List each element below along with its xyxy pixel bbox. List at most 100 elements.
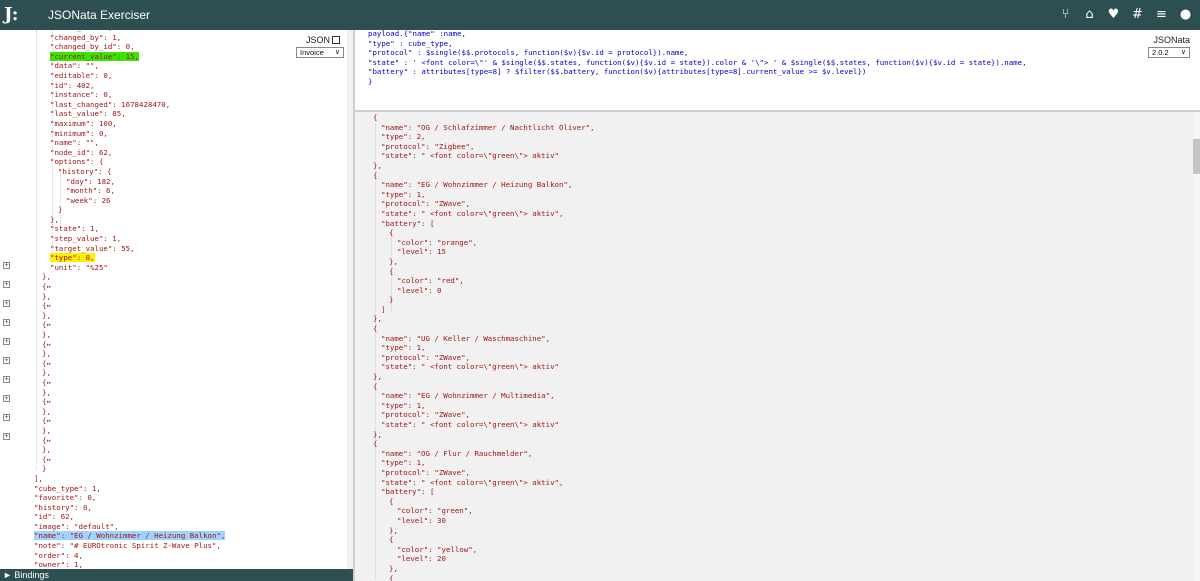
sample-select[interactable]: Invoice ∨ [296,47,344,58]
code-line: }, [373,372,382,382]
code-line: } [42,464,47,474]
code-line: ], [34,473,43,483]
fold-toggle-icon[interactable]: + [3,376,10,383]
code-line: "image": "default", [34,521,119,531]
fold-toggle-icon[interactable]: + [3,395,10,402]
result-json-code: { "name": "OG / Schlafzimmer / Nachtlicht… [373,113,595,581]
code-line: { [389,573,394,581]
code-line: }, [42,291,51,301]
code-line: "type": 1, [381,343,426,353]
code-line: "level": 20 [397,554,446,564]
code-line: "type": 1, [381,400,426,410]
fold-toggle-icon[interactable]: + [3,414,10,421]
bindings-toggle[interactable]: ► Bindings [0,569,353,581]
code-line: {↔ [42,454,51,464]
code-line: {↔ [42,358,51,368]
code-line: "protocol": "ZWave", [381,410,470,420]
code-line: "state" : ' <font color=\"' & $single($$… [368,57,1027,67]
format-icon[interactable] [332,36,340,44]
code-line: { [373,324,378,334]
code-line: "last_value": 85, [50,109,126,119]
query-code[interactable]: payload.{"name" :name, "type" : cube_type… [368,29,1027,87]
code-line: "battery": [ [381,218,435,228]
code-line: }, [42,445,51,455]
code-line: "order": 4, [34,550,83,560]
share-icon[interactable]: ⑂ [1057,6,1074,23]
code-line: "id": 62, [34,512,75,522]
code-line: {↔ [42,377,51,387]
code-line: ] [381,304,386,314]
jsonata-logo: J: [4,4,19,25]
code-line: "month": 6, [66,186,115,196]
slack-icon[interactable]: # [1129,6,1146,23]
code-line: "type": 8, [34,253,225,263]
code-line: "name": "UG / Keller / Waschmaschine", [381,333,551,343]
code-line: "state": " <font color=\"green\"> aktiv"… [381,477,564,487]
fold-toggle-icon[interactable]: + [3,338,10,345]
code-line: }, [389,525,398,535]
code-line: "name": "EG / Wohnzimmer / Multimedia", [381,391,555,401]
stackoverflow-icon[interactable]: ≡ [1153,6,1170,23]
code-line: } [368,76,373,86]
code-line: "owner": 1, [34,560,83,569]
code-line: "protocol" : $single($$.protocols, funct… [368,48,689,58]
version-select[interactable]: 2.0.2 ∨ [1148,47,1190,58]
code-line: "target_value": 55, [50,243,135,253]
app-title: JSONata Exerciser [48,8,151,22]
code-line: "state": " <font color=\"green\"> aktiv" [381,151,559,161]
highlighted-token: "type": 8, [50,253,95,263]
code-line: }, [373,314,382,324]
code-line: "id": 402, [50,80,95,90]
code-line: "step_value": 1, [50,234,122,244]
code-line: { [373,170,378,180]
scroll-thumb[interactable] [1193,139,1200,174]
code-line: "color": "green", [397,506,473,516]
fold-toggle-icon[interactable]: + [3,281,10,288]
github-icon[interactable]: ● [1177,6,1194,23]
code-line: }, [42,368,51,378]
header-icons: ⑂ ⌂ ♥ # ≡ ● [1057,6,1194,24]
code-line: "color": "orange", [397,237,478,247]
fold-toggle-icon[interactable]: + [3,319,10,326]
code-line: "protocol": "ZWave", [381,352,470,362]
fold-toggle-icon[interactable]: + [3,433,10,440]
code-line: }, [42,272,51,282]
input-editor[interactable]: "based_on": 1,"changed_by": 1,"changed_b… [14,30,292,569]
code-line: "name": "", [50,138,99,148]
fold-toggle-icon[interactable]: + [3,357,10,364]
header-bar: J: JSONata Exerciser ⑂ ⌂ ♥ # ≡ ● [0,0,1200,30]
code-line: "level": 15 [397,247,446,257]
code-line: { [389,496,394,506]
twitter-icon[interactable]: ♥ [1105,6,1122,23]
code-line: }, [42,425,51,435]
code-line: "last_changed": 1678428470, [50,99,171,109]
result-scrollbar[interactable] [1193,112,1200,581]
code-line: {↔ [42,416,51,426]
code-line: "type": 1, [381,189,426,199]
fold-toggle-icon[interactable]: + [3,300,10,307]
code-line: "options": { [50,157,104,167]
query-editor[interactable]: payload.{"name" :name, "type" : cube_type… [355,29,1200,110]
code-line: }, [42,387,51,397]
fold-toggle-icon[interactable]: + [3,262,10,269]
code-line: "name": "EG / Wohnzimmer / Heizung Balko… [381,180,573,190]
code-line: { [373,439,378,449]
code-line: "maximum": 100, [50,118,117,128]
code-line: "state": " <font color=\"green\"> aktiv" [381,362,559,372]
code-line: }, [389,563,398,573]
code-line: {↔ [42,320,51,330]
code-line: } [389,295,394,305]
code-line: "minimum": 0, [50,128,108,138]
code-line: {↔ [42,435,51,445]
library-icon[interactable]: ⌂ [1081,6,1098,23]
code-line: "note": "# EUROtronic Spirit Z-Wave Plus… [34,541,221,551]
code-line: "editable": 0, [50,70,113,80]
input-json-code[interactable]: "based_on": 1,"changed_by": 1,"changed_b… [34,30,226,569]
code-line: }, [42,330,51,339]
code-line: "name": "OG / Schlafzimmer / Nachtlicht … [381,122,595,132]
code-line: "history": { [58,166,112,176]
result-viewer: { "name": "OG / Schlafzimmer / Nachtlicht… [355,112,1193,581]
code-line: "protocol": "ZWave", [381,199,470,209]
chevron-down-icon: ∨ [1180,49,1186,56]
code-line: "name": "OG / Flur / Rauchmelder", [381,448,533,458]
